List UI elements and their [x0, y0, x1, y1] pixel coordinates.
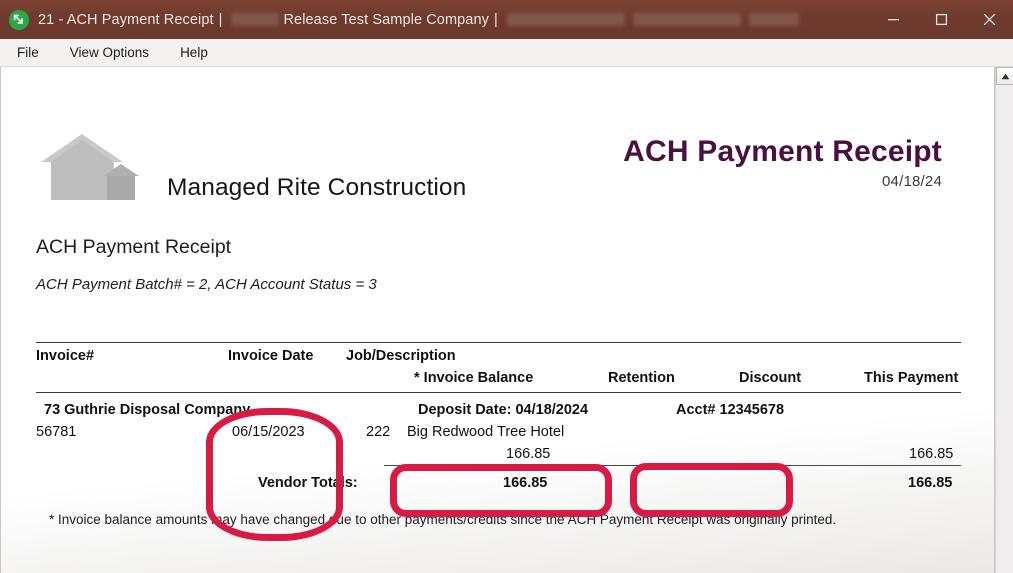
- cell-vendor: 73 Guthrie Disposal Company: [44, 402, 251, 418]
- column-header-discount: Discount: [739, 370, 802, 386]
- redacted-field-1: [231, 13, 280, 26]
- application-window: 21 - ACH Payment Receipt | Release Test …: [0, 0, 1013, 573]
- letterhead: Managed Rite Construction: [39, 130, 466, 208]
- document-date: 04/18/24: [882, 173, 942, 190]
- scrollbar-track[interactable]: [996, 86, 1013, 573]
- maximize-button[interactable]: [917, 0, 965, 39]
- app-logo-icon: [9, 9, 29, 30]
- table-rule-subtotal: [384, 465, 961, 466]
- title-separator-2: |: [494, 11, 498, 28]
- cell-this-payment: 166.85: [909, 446, 954, 462]
- totals-label: Vendor Totals:: [258, 475, 358, 491]
- redacted-field-2: [506, 13, 625, 26]
- minimize-button[interactable]: [869, 0, 917, 39]
- window-titlebar[interactable]: 21 - ACH Payment Receipt | Release Test …: [0, 0, 1013, 39]
- cell-invoice-balance: 166.85: [506, 446, 551, 462]
- totals-invoice-balance: 166.85: [503, 475, 548, 491]
- menu-bar: File View Options Help: [0, 39, 1013, 67]
- document-page: Managed Rite Construction ACH Payment Re…: [1, 67, 994, 573]
- title-separator-1: |: [218, 11, 223, 28]
- document-footnote: * Invoice balance amounts may have chang…: [49, 512, 837, 527]
- scroll-up-icon[interactable]: [996, 67, 1013, 85]
- page-title: ACH Payment Receipt: [623, 135, 942, 168]
- column-header-invoice-date: Invoice Date: [228, 348, 314, 364]
- cell-job-description: Big Redwood Tree Hotel: [407, 424, 565, 440]
- cell-deposit-date: Deposit Date: 04/18/2024: [418, 402, 589, 418]
- menu-item-file[interactable]: File: [14, 43, 42, 62]
- totals-this-payment: 166.85: [908, 475, 953, 491]
- cell-invoice-date: 06/15/2023: [232, 424, 305, 440]
- table-totals-row: Vendor Totals: 166.85 166.85: [36, 473, 961, 503]
- company-name: Managed Rite Construction: [167, 174, 467, 201]
- menu-item-view-options[interactable]: View Options: [67, 43, 152, 62]
- column-header-this-payment: This Payment: [864, 370, 959, 386]
- cell-account-number: Acct# 12345678: [676, 402, 785, 418]
- table-row: 73 Guthrie Disposal Company 56781 06/15/…: [36, 396, 961, 466]
- table-header-row: Invoice# Invoice Date Job/Description * …: [36, 343, 961, 391]
- window-title-company: Release Test Sample Company: [283, 11, 489, 28]
- menu-item-help[interactable]: Help: [177, 43, 211, 62]
- column-header-retention: Retention: [608, 370, 675, 386]
- column-header-job-description: Job/Description: [346, 348, 456, 364]
- redacted-field-4: [748, 13, 799, 26]
- window-controls: [869, 0, 1013, 39]
- close-button[interactable]: [965, 0, 1013, 39]
- vertical-scrollbar[interactable]: [995, 67, 1013, 573]
- column-header-invoice-balance: * Invoice Balance: [414, 370, 534, 386]
- cell-invoice-number: 56781: [36, 424, 77, 440]
- table-rule-header-bottom: [36, 392, 961, 393]
- document-subtitle: ACH Payment Receipt: [36, 236, 232, 258]
- column-header-invoice: Invoice#: [36, 348, 95, 364]
- document-viewport[interactable]: Managed Rite Construction ACH Payment Re…: [0, 67, 995, 573]
- building-logo-icon: [41, 134, 139, 200]
- document-title-block: ACH Payment Receipt 04/18/24: [623, 135, 942, 190]
- document-meta-line: ACH Payment Batch# = 2, ACH Account Stat…: [36, 276, 377, 293]
- cell-job-number: 222: [366, 424, 391, 440]
- receipt-table: Invoice# Invoice Date Job/Description * …: [36, 342, 961, 503]
- window-title-prefix: 21 - ACH Payment Receipt: [38, 11, 214, 28]
- redacted-field-3: [632, 13, 741, 26]
